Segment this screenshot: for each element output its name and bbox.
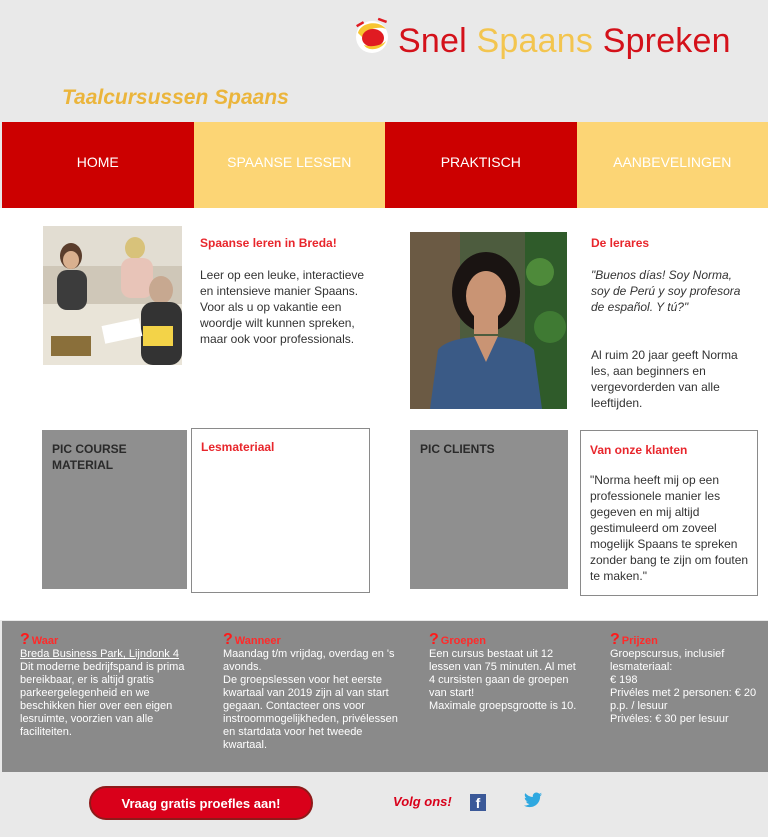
- clients-placeholder: PIC CLIENTS: [410, 430, 568, 589]
- nav-label: PRAKTISCH: [440, 154, 521, 170]
- twitter-icon[interactable]: [524, 792, 542, 808]
- material-title: Lesmateriaal: [201, 440, 275, 454]
- nav-item-aanbevelingen[interactable]: AANBEVELINGEN: [576, 122, 768, 208]
- teacher-title: De lerares: [591, 236, 650, 250]
- follow-us-label: Volg ons!: [393, 794, 452, 809]
- testimonial-text: "Norma heeft mij op een professionele ma…: [590, 473, 749, 583]
- main-content: Spaanse leren in Breda! Leer op een leuk…: [0, 208, 768, 620]
- brand-word-snel: Snel: [398, 22, 467, 60]
- price-line-4: Privéles: € 30 per lesuur: [610, 713, 729, 725]
- teacher-text: Al ruim 20 jaar geeft Norma les, aan beg…: [591, 348, 738, 410]
- facebook-icon[interactable]: f: [470, 794, 486, 811]
- classroom-photo: [43, 226, 182, 365]
- intro-title: Spaanse leren in Breda!: [200, 236, 337, 250]
- teacher-photo: [410, 232, 567, 409]
- question-icon: ?: [610, 631, 620, 648]
- footer-col-waar: ? Waar Breda Business Park, Lijndonk 4 Di…: [20, 631, 200, 739]
- intro-text: Leer op een leuke, interactieve en inten…: [200, 268, 365, 346]
- brand-title[interactable]: Snel Spaans Spreken: [398, 22, 731, 61]
- testimonial-card: Van onze klanten "Norma heeft mij op een…: [580, 430, 758, 596]
- main-nav: HOME SPAANSE LESSEN PRAKTISCH AANBEVELIN…: [2, 122, 768, 208]
- footer-text-waar: Dit moderne bedrijfspand is prima bereik…: [20, 661, 185, 738]
- placeholder-label: PIC CLIENTS: [420, 442, 495, 456]
- footer-title-waar: Waar: [31, 635, 59, 647]
- question-icon: ?: [20, 631, 30, 648]
- footer-title-prijzen: Prijzen: [621, 635, 658, 647]
- bottom-bar: Vraag gratis proefles aan! Volg ons! f: [0, 772, 768, 837]
- footer-text-wanneer-2: De groepslessen voor het eerste kwartaal…: [223, 674, 398, 751]
- brand-word-spreken: Spreken: [602, 22, 731, 60]
- question-icon: ?: [429, 631, 439, 648]
- testimonial-title: Van onze klanten: [590, 443, 688, 457]
- site-subtitle: Taalcursussen Spaans: [62, 86, 289, 109]
- footer-text-groepen-1: Een cursus bestaat uit 12 lessen van 75 …: [429, 648, 576, 699]
- nav-label: SPAANSE LESSEN: [227, 154, 352, 170]
- footer-title-groepen: Groepen: [440, 635, 487, 647]
- site-header: Snel Spaans Spreken Taalcursussen Spaans: [0, 0, 768, 122]
- price-line-3: Privéles met 2 personen: € 20 p.p. / les…: [610, 687, 757, 712]
- footer-col-prijzen: ? Prijzen Groepscursus, inclusief lesmate…: [610, 631, 760, 726]
- nav-item-praktisch[interactable]: PRAKTISCH: [385, 122, 577, 208]
- brand-word-spaans: Spaans: [476, 22, 594, 60]
- footer-col-wanneer: ? Wanneer Maandag t/m vrijdag, overdag en…: [223, 631, 405, 752]
- material-card: Lesmateriaal: [191, 428, 370, 593]
- request-trial-lesson-button[interactable]: Vraag gratis proefles aan!: [89, 786, 313, 820]
- info-footer: ? Waar Breda Business Park, Lijndonk 4 Di…: [2, 621, 768, 772]
- nav-item-home[interactable]: HOME: [2, 122, 194, 208]
- nav-item-spaanse-lessen[interactable]: SPAANSE LESSEN: [193, 122, 385, 208]
- footer-text-groepen-2: Maximale groepsgrootte is 10.: [429, 700, 577, 712]
- footer-text-wanneer-1: Maandag t/m vrijdag, overdag en 's avond…: [223, 648, 395, 673]
- logo-icon[interactable]: [352, 17, 392, 55]
- nav-label: HOME: [76, 154, 119, 170]
- footer-col-groepen: ? Groepen Een cursus bestaat uit 12 lesse…: [429, 631, 581, 713]
- price-line-1: Groepscursus, inclusief lesmateriaal:: [610, 648, 725, 673]
- question-icon: ?: [223, 631, 233, 648]
- placeholder-label: PIC COURSE MATERIAL: [52, 442, 127, 472]
- course-material-placeholder: PIC COURSE MATERIAL: [42, 430, 187, 589]
- address-link[interactable]: Breda Business Park, Lijndonk 4: [20, 648, 179, 660]
- footer-title-wanneer: Wanneer: [234, 635, 281, 647]
- nav-label: AANBEVELINGEN: [613, 154, 732, 170]
- price-line-2: € 198: [610, 674, 638, 686]
- teacher-quote: "Buenos días! Soy Norma, soy de Perú y s…: [591, 268, 741, 314]
